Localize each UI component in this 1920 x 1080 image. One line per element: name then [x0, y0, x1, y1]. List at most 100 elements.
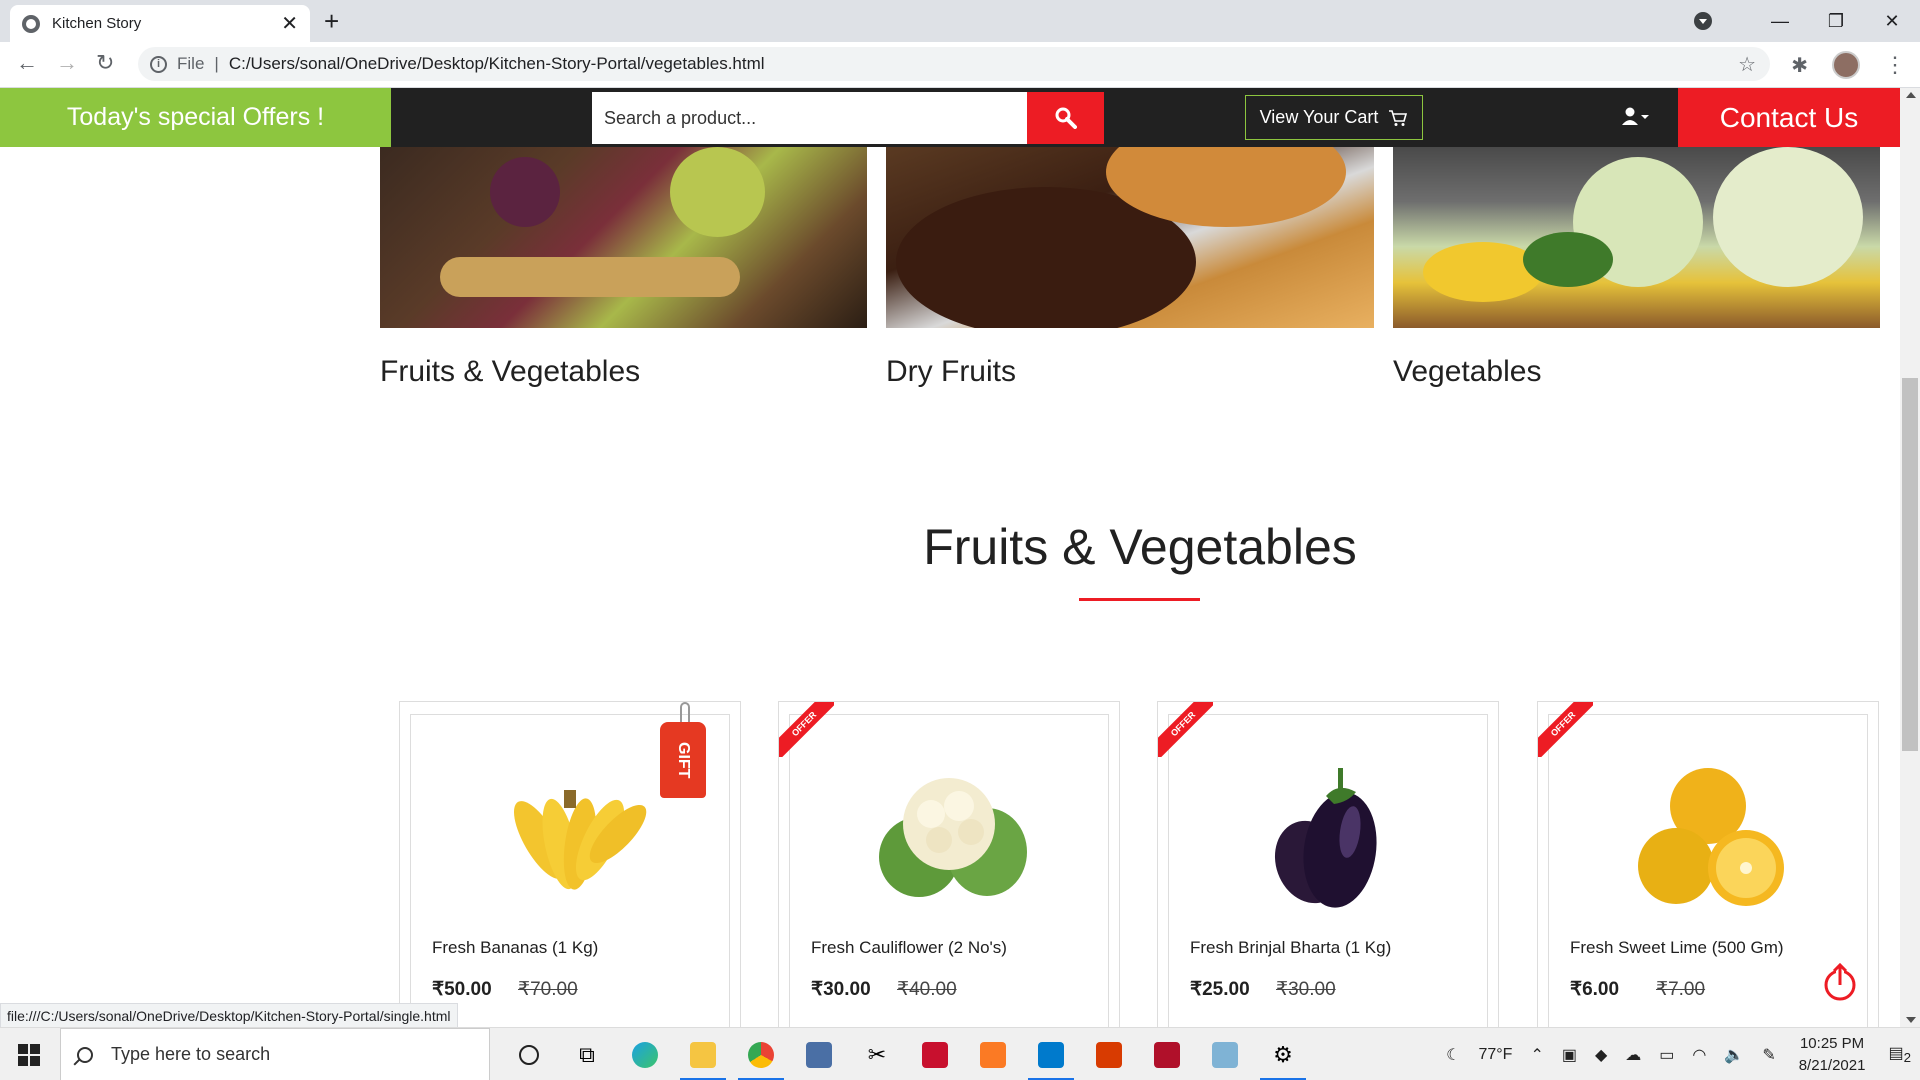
app-icon[interactable]: [1196, 1028, 1254, 1080]
search-icon: [77, 1046, 93, 1063]
category-image-fruits-vegetables[interactable]: [380, 147, 867, 328]
task-view-icon[interactable]: ⧉: [558, 1028, 616, 1080]
browser-tab[interactable]: Kitchen Story ✕: [10, 5, 310, 42]
view-cart-button[interactable]: View Your Cart: [1245, 95, 1423, 140]
taskbar-search-placeholder: Type here to search: [111, 1044, 271, 1064]
contact-us-button[interactable]: Contact Us: [1678, 88, 1900, 147]
close-window-button[interactable]: ✕: [1864, 11, 1920, 32]
section-title: Fruits & Vegetables: [923, 519, 1357, 575]
calculator-icon[interactable]: [790, 1028, 848, 1080]
product-price: ₹30.00: [811, 979, 871, 1000]
status-bar-url: file:///C:/Users/sonal/OneDrive/Desktop/…: [0, 1003, 458, 1029]
volume-icon[interactable]: 🔈: [1724, 1045, 1744, 1065]
back-button[interactable]: ←: [16, 50, 38, 76]
battery-icon[interactable]: ▭: [1659, 1045, 1674, 1065]
taskbar-search[interactable]: Type here to search: [60, 1028, 490, 1080]
category-label[interactable]: Vegetables: [1393, 355, 1541, 389]
product-old-price: ₹30.00: [1276, 979, 1336, 1000]
wifi-icon[interactable]: ◠: [1692, 1045, 1706, 1065]
site-header: Today's special Offers ! View Your Cart …: [0, 88, 1900, 147]
bookmark-star-icon[interactable]: ☆: [1738, 52, 1756, 77]
file-explorer-icon[interactable]: [674, 1028, 732, 1080]
windows-start-icon[interactable]: [18, 1044, 40, 1066]
vscode-icon[interactable]: [1022, 1028, 1080, 1080]
scroll-up-arrow-icon[interactable]: [1906, 92, 1916, 98]
minimize-button[interactable]: —: [1752, 11, 1808, 32]
xampp-icon[interactable]: [964, 1028, 1022, 1080]
product-name[interactable]: Fresh Cauliflower (2 No's): [811, 938, 1007, 958]
cortana-icon[interactable]: [500, 1028, 558, 1080]
clock-date: 8/21/2021: [1798, 1056, 1866, 1074]
url-separator: |: [214, 54, 219, 73]
cauliflower-image: [879, 778, 1027, 897]
gift-tag-badge: GIFT: [660, 702, 706, 798]
settings-gear-icon[interactable]: ⚙: [1254, 1028, 1312, 1080]
onedrive-icon[interactable]: ☁: [1625, 1045, 1641, 1065]
user-dropdown-icon[interactable]: [1622, 106, 1652, 132]
product-old-price: ₹70.00: [518, 979, 578, 1000]
url-text[interactable]: C:/Users/sonal/OneDrive/Desktop/Kitchen-…: [229, 54, 765, 74]
search-button[interactable]: [1027, 92, 1104, 144]
pen-icon[interactable]: ✎: [1762, 1045, 1775, 1065]
notifications-icon[interactable]: ▤2: [1888, 1043, 1911, 1065]
reload-button[interactable]: ↻: [96, 50, 114, 76]
offer-ribbon-label: OFFER: [1158, 702, 1213, 757]
url-scheme-label: File: [177, 54, 205, 73]
meet-icon[interactable]: ▣: [1562, 1045, 1577, 1065]
sweet-lime-image: [1638, 768, 1784, 906]
search-input[interactable]: [592, 92, 1027, 144]
edge-icon[interactable]: [616, 1028, 674, 1080]
banana-image: [514, 790, 647, 890]
scrollbar-thumb[interactable]: [1902, 378, 1918, 751]
cart-label: View Your Cart: [1259, 107, 1379, 127]
cart-icon: [1389, 109, 1408, 126]
special-offers-link[interactable]: Today's special Offers !: [0, 88, 391, 147]
product-name[interactable]: Fresh Bananas (1 Kg): [432, 938, 598, 958]
clock-time: 10:25 PM: [1799, 1034, 1865, 1052]
address-bar[interactable]: i File | C:/Users/sonal/OneDrive/Desktop…: [138, 47, 1770, 81]
weather-moon-icon[interactable]: ☾: [1446, 1045, 1460, 1065]
product-name[interactable]: Fresh Sweet Lime (500 Gm): [1570, 938, 1784, 958]
profile-avatar[interactable]: [1832, 51, 1860, 79]
scroll-to-top-icon[interactable]: [1822, 963, 1858, 1003]
notification-count: 2: [1903, 1050, 1911, 1066]
product-card[interactable]: OFFER Fresh Cauliflower (2 No's) ₹30.00 …: [778, 701, 1120, 1050]
scroll-down-arrow-icon[interactable]: [1906, 1017, 1916, 1023]
browser-tab-bar: Kitchen Story ✕ + — ❐ ✕: [0, 0, 1920, 42]
mcafee-icon[interactable]: [906, 1028, 964, 1080]
extensions-icon[interactable]: ✱: [1791, 53, 1808, 78]
product-old-price: ₹40.00: [897, 979, 957, 1000]
product-card[interactable]: OFFER Fresh Brinjal Bharta (1 Kg) ₹25.00…: [1157, 701, 1499, 1050]
category-image-dry-fruits[interactable]: [886, 147, 1374, 328]
office-icon[interactable]: [1080, 1028, 1138, 1080]
brinjal-image: [1274, 768, 1377, 908]
info-icon[interactable]: i: [150, 55, 167, 73]
globe-icon: [22, 14, 40, 33]
tab-title: Kitchen Story: [52, 15, 142, 32]
product-price: ₹6.00: [1570, 979, 1620, 1000]
forward-button[interactable]: →: [56, 50, 78, 76]
chevron-up-icon[interactable]: ⌃: [1530, 1045, 1543, 1065]
tab-close-icon[interactable]: ✕: [281, 11, 298, 36]
category-label[interactable]: Fruits & Vegetables: [380, 355, 640, 389]
category-image-vegetables[interactable]: [1393, 147, 1880, 328]
page-scrollbar[interactable]: [1900, 88, 1920, 1027]
tab-search-icon[interactable]: [1694, 12, 1712, 30]
offer-ribbon-label: OFFER: [779, 702, 834, 757]
section-underline: [1079, 598, 1200, 601]
toolbar-right: ✱ ⋮: [1791, 51, 1906, 79]
chrome-icon[interactable]: [732, 1028, 790, 1080]
system-tray: ☾ 77°F ⌃ ▣ ◆ ☁ ▭ ◠ 🔈 ✎ 10:25 PM 8/21/202…: [1437, 1028, 1920, 1080]
product-name[interactable]: Fresh Brinjal Bharta (1 Kg): [1190, 938, 1391, 958]
menu-kebab-icon[interactable]: ⋮: [1884, 52, 1906, 78]
mcafee-shield-icon[interactable]: [1138, 1028, 1196, 1080]
dropbox-icon[interactable]: ◆: [1595, 1045, 1607, 1065]
weather-temperature[interactable]: 77°F: [1478, 1046, 1512, 1064]
system-clock[interactable]: 10:25 PM 8/21/2021: [1799, 1033, 1866, 1077]
restore-button[interactable]: ❐: [1808, 11, 1864, 32]
category-label[interactable]: Dry Fruits: [886, 355, 1016, 389]
snipping-tool-icon[interactable]: ✂: [848, 1028, 906, 1080]
new-tab-button[interactable]: +: [324, 6, 339, 37]
product-old-price: ₹7.00: [1656, 979, 1706, 1000]
product-card[interactable]: GIFT Fresh Bananas (1 Kg) ₹50.00 ₹70.00: [399, 701, 741, 1050]
